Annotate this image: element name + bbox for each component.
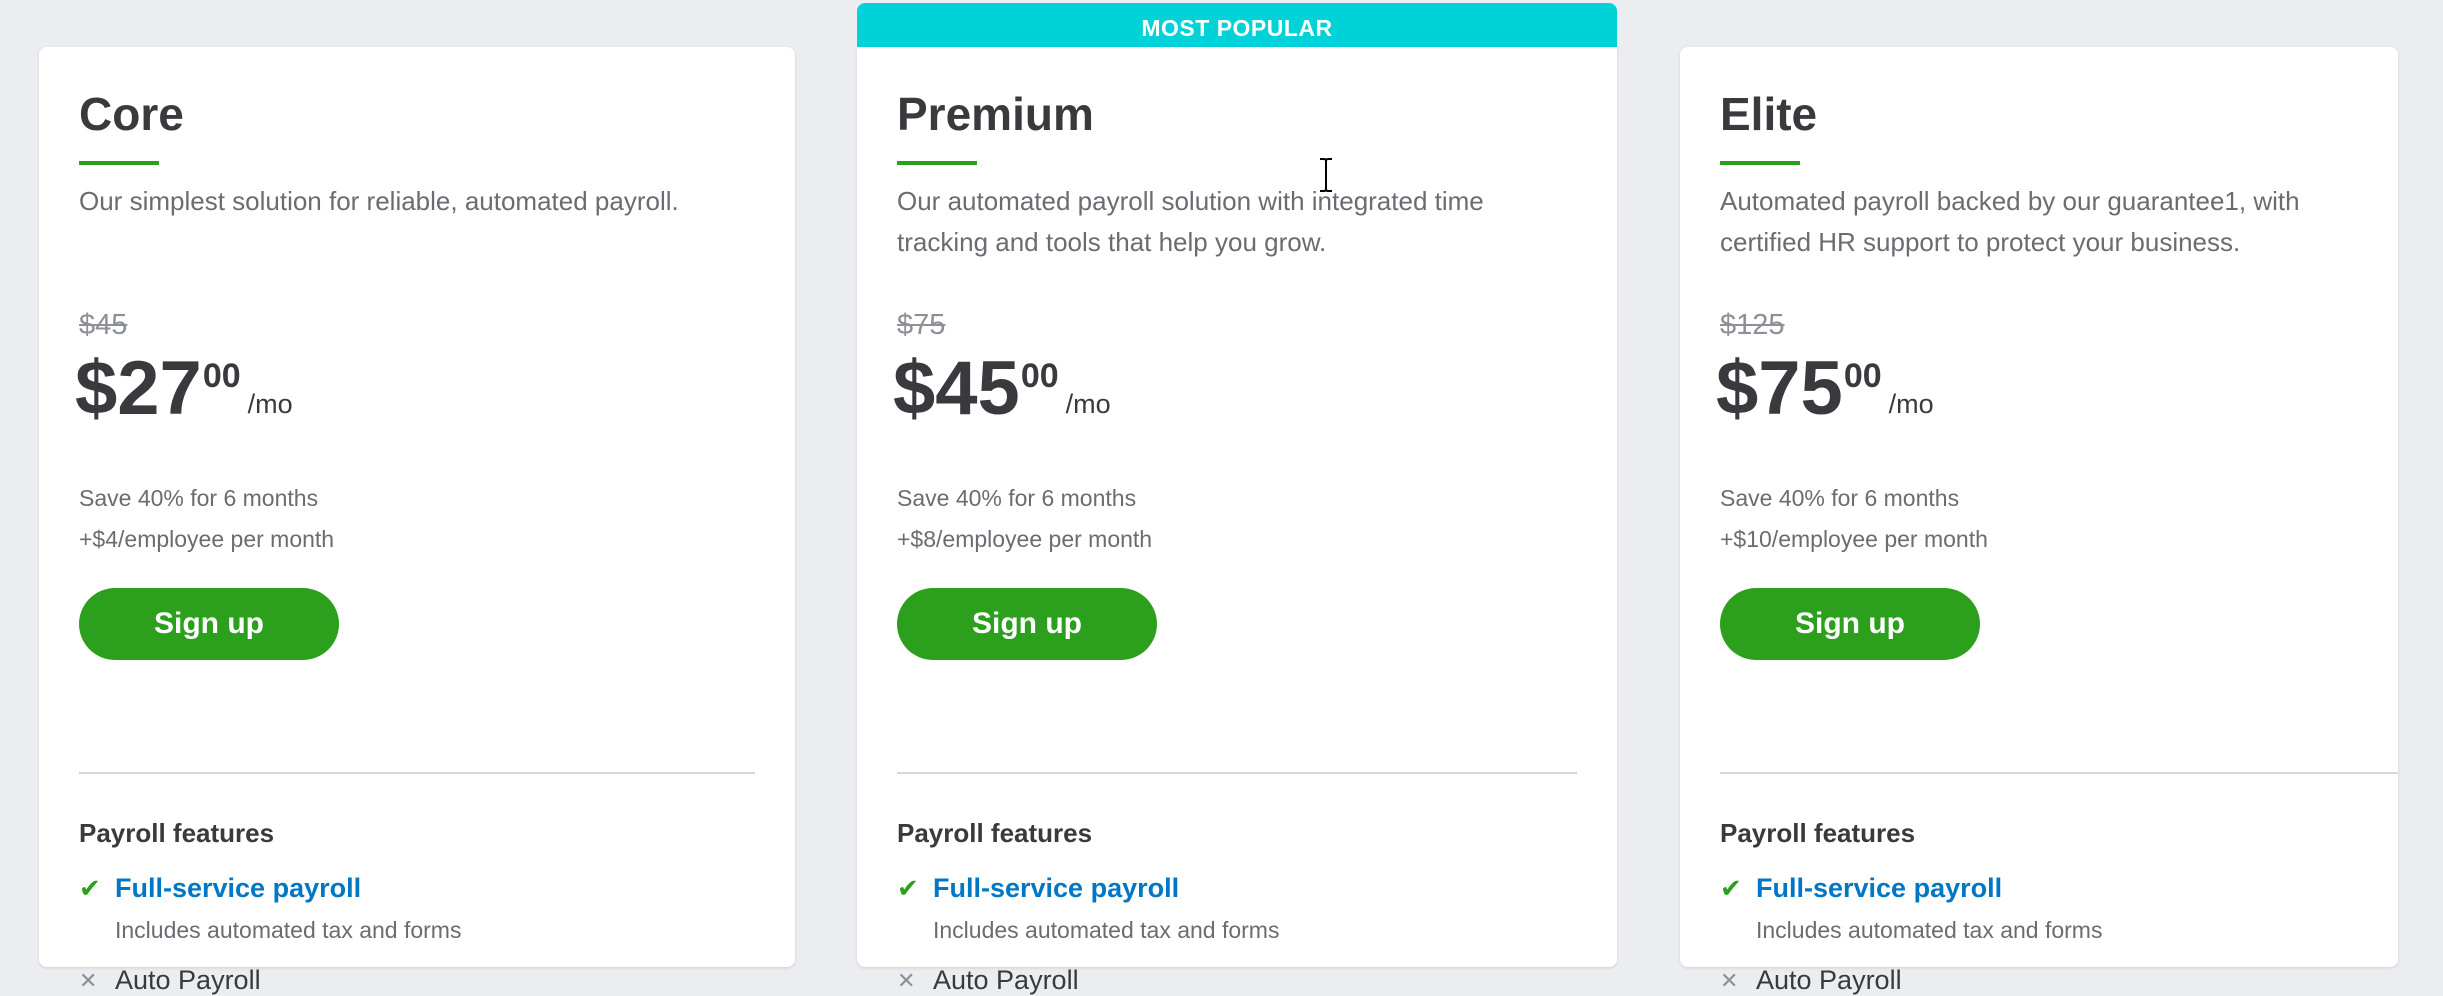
feature-label-auto-payroll: Auto Payroll <box>1756 965 1902 995</box>
features-heading: Payroll features <box>79 818 275 848</box>
promo-text: Save 40% for 6 months <box>897 485 1137 511</box>
price: $27 00 /mo <box>75 349 293 429</box>
price-dollars: $45 <box>893 346 1020 431</box>
plan-name: Core <box>79 88 184 140</box>
plan-description: Automated payroll backed by our guarante… <box>1720 186 2300 257</box>
per-employee-price: +$8/employee per month <box>897 526 1153 552</box>
features-heading: Payroll features <box>1720 818 1916 848</box>
per-employee-price: +$10/employee per month <box>1720 526 1988 552</box>
feature-link-full-service-payroll[interactable]: Full-service payroll <box>115 873 361 904</box>
price-cents: 00 <box>202 357 241 395</box>
features-heading: Payroll features <box>897 818 1093 848</box>
feature-label-auto-payroll: Auto Payroll <box>115 965 261 995</box>
divider <box>1720 772 2398 774</box>
per-employee-price: +$4/employee per month <box>79 526 335 552</box>
plan-card-premium: Premium Our automated payroll solution w… <box>857 47 1617 995</box>
plan-name: Elite <box>1720 88 1818 140</box>
plan-name: Premium <box>897 88 1094 140</box>
promo-text: Save 40% for 6 months <box>79 485 319 511</box>
price-period: /mo <box>1065 389 1111 419</box>
price-cents: 00 <box>1843 357 1882 395</box>
most-popular-badge: MOST POPULAR <box>857 3 1617 50</box>
feature-link-full-service-payroll[interactable]: Full-service payroll <box>933 873 1179 904</box>
sign-up-button[interactable]: Sign up <box>897 588 1157 660</box>
sign-up-button[interactable]: Sign up <box>79 588 339 660</box>
price-dollars: $27 <box>75 346 202 431</box>
divider <box>897 772 1577 774</box>
feature-description: Includes automated tax and forms <box>115 917 462 943</box>
checkmark-icon: ✔ <box>897 873 919 903</box>
checkmark-icon: ✔ <box>79 873 101 903</box>
feature-link-full-service-payroll[interactable]: Full-service payroll <box>1756 873 2002 904</box>
price-period: /mo <box>1888 389 1934 419</box>
price-cents: 00 <box>1020 357 1059 395</box>
plan-description: Our automated payroll solution with inte… <box>897 186 1484 257</box>
x-icon: ✕ <box>79 968 98 993</box>
checkmark-icon: ✔ <box>1720 873 1742 903</box>
divider <box>79 772 755 774</box>
price-period: /mo <box>247 389 293 419</box>
price-dollars: $75 <box>1716 346 1843 431</box>
text-cursor-icon <box>1320 158 1332 192</box>
price: $45 00 /mo <box>893 349 1111 429</box>
plan-description: Our simplest solution for reliable, auto… <box>79 186 679 216</box>
plan-name-underline <box>79 161 159 165</box>
plan-card-core: Core Our simplest solution for reliable,… <box>39 47 795 995</box>
original-price: $125 <box>1720 309 1785 341</box>
promo-text: Save 40% for 6 months <box>1720 485 1960 511</box>
sign-up-button[interactable]: Sign up <box>1720 588 1980 660</box>
feature-label-auto-payroll: Auto Payroll <box>933 965 1079 995</box>
plan-name-underline <box>897 161 977 165</box>
original-price: $75 <box>897 309 946 341</box>
original-price: $45 <box>79 309 128 341</box>
x-icon: ✕ <box>1720 968 1739 993</box>
price: $75 00 /mo <box>1716 349 1934 429</box>
plan-card-elite: Elite Automated payroll backed by our gu… <box>1680 47 2398 995</box>
feature-description: Includes automated tax and forms <box>1756 917 2103 943</box>
plan-name-underline <box>1720 161 1800 165</box>
x-icon: ✕ <box>897 968 916 993</box>
feature-description: Includes automated tax and forms <box>933 917 1280 943</box>
